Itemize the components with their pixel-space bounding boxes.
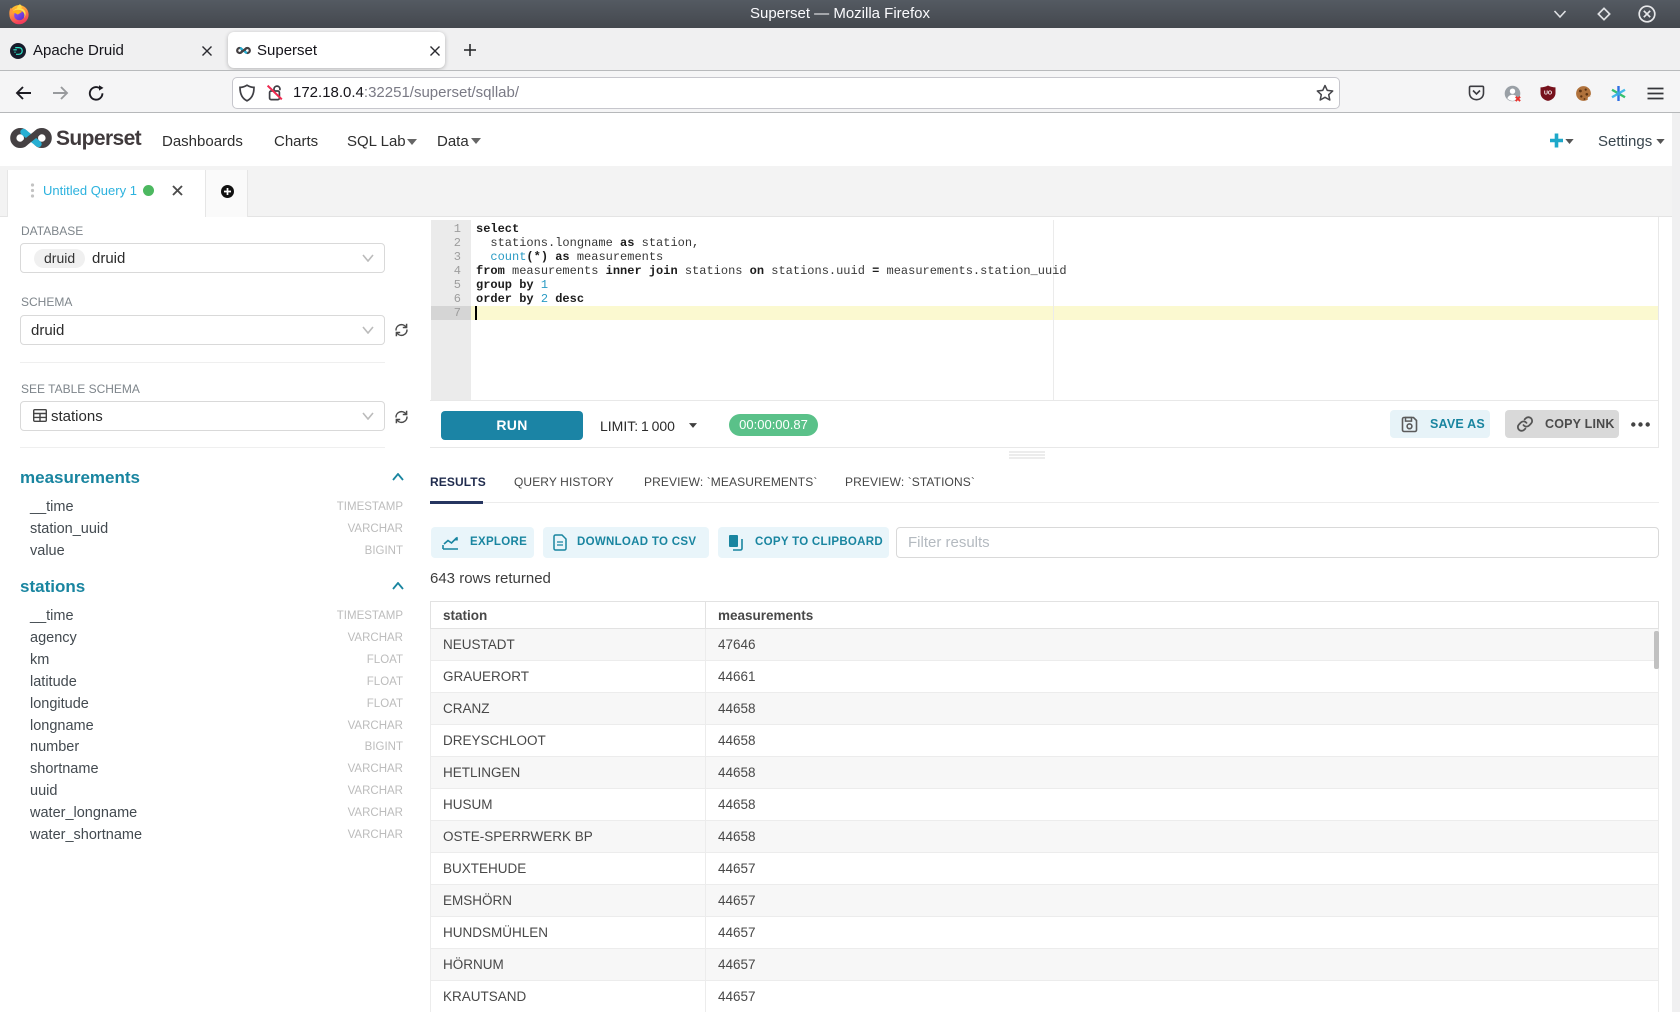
svg-text:UO: UO: [1544, 91, 1552, 97]
